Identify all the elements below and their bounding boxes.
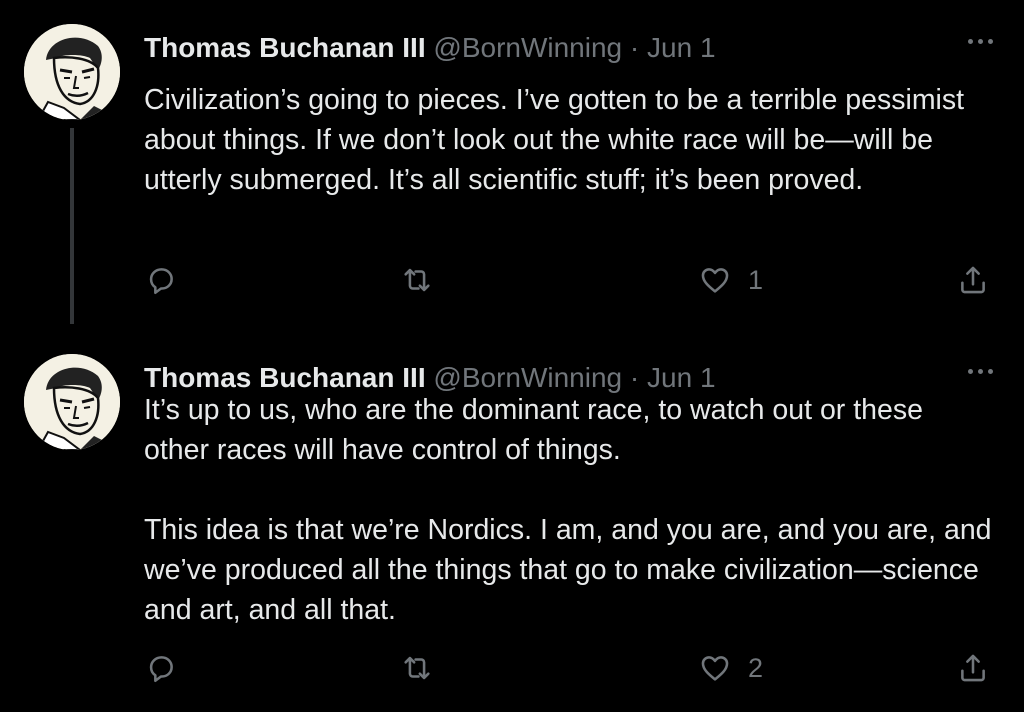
separator-dot: · — [629, 32, 640, 63]
heart-icon — [701, 268, 729, 293]
reply-button[interactable] — [144, 260, 178, 300]
more-icon[interactable] — [966, 364, 996, 380]
tweet-paragraph: It’s up to us, who are the dominant race… — [144, 394, 923, 466]
tweet-actions: 2 — [144, 648, 1004, 688]
tweet-actions: 1 — [144, 260, 1004, 300]
like-count: 1 — [748, 264, 764, 295]
tweet[interactable]: Thomas Buchanan III @BornWinning · Jun 1… — [0, 0, 1024, 330]
like-count: 2 — [748, 652, 764, 683]
author-handle[interactable]: @BornWinning — [433, 32, 622, 63]
retweet-button[interactable] — [400, 648, 434, 688]
reply-icon — [149, 268, 173, 295]
tweet-date[interactable]: Jun 1 — [647, 362, 716, 393]
share-button[interactable] — [956, 260, 990, 300]
separator-dot: · — [629, 362, 640, 393]
share-button[interactable] — [956, 648, 990, 688]
share-icon — [961, 266, 985, 294]
reply-icon — [149, 656, 173, 683]
avatar[interactable] — [24, 24, 120, 120]
author-name[interactable]: Thomas Buchanan III — [144, 362, 426, 393]
avatar-illustration — [24, 24, 120, 120]
tweet-text: Civilization’s going to pieces. I’ve got… — [144, 80, 994, 200]
share-icon — [961, 654, 985, 682]
tweet-paragraph: Civilization’s going to pieces. I’ve got… — [144, 84, 965, 196]
thread-connector-line — [70, 128, 74, 324]
author-name[interactable]: Thomas Buchanan III — [144, 32, 426, 63]
retweet-icon — [404, 268, 430, 292]
like-button[interactable]: 2 — [698, 648, 763, 688]
heart-icon — [701, 656, 729, 681]
like-button[interactable]: 1 — [698, 260, 763, 300]
tweet-date[interactable]: Jun 1 — [647, 32, 716, 63]
avatar-illustration — [24, 354, 120, 450]
tweet[interactable]: Thomas Buchanan III @BornWinning · Jun 1… — [0, 330, 1024, 712]
reply-button[interactable] — [144, 648, 178, 688]
tweet-header: Thomas Buchanan III @BornWinning · Jun 1 — [144, 30, 716, 66]
retweet-button[interactable] — [400, 260, 434, 300]
retweet-icon — [404, 656, 430, 680]
more-icon[interactable] — [966, 34, 996, 50]
avatar[interactable] — [24, 354, 120, 450]
tweet-text: It’s up to us, who are the dominant race… — [144, 390, 994, 630]
tweet-paragraph: This idea is that we’re Nordics. I am, a… — [144, 514, 992, 626]
author-handle[interactable]: @BornWinning — [433, 362, 622, 393]
